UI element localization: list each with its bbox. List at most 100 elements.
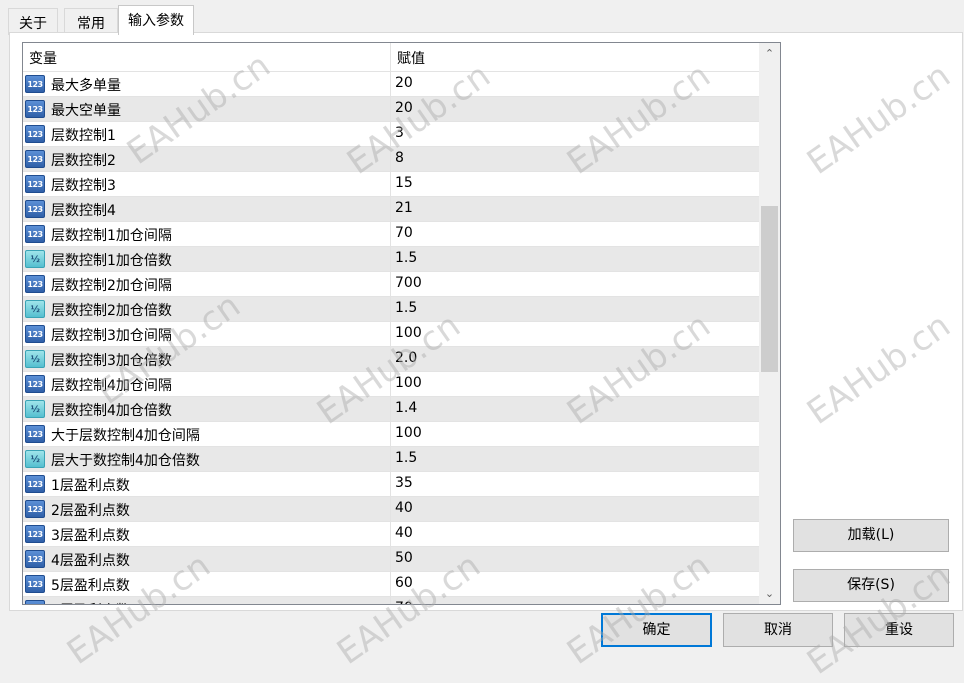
double-type-icon: ½	[25, 400, 45, 418]
parameter-value[interactable]: 100	[395, 325, 422, 341]
integer-type-icon: 123	[25, 325, 45, 343]
cancel-button[interactable]: 取消	[723, 613, 833, 647]
table-row[interactable]: 123 最大空单量 20	[23, 96, 759, 121]
parameter-value[interactable]: 60	[395, 575, 413, 591]
table-row[interactable]: 123 层数控制2 8	[23, 146, 759, 171]
column-header-value[interactable]: 赋值	[391, 43, 759, 71]
double-type-icon: ½	[25, 300, 45, 318]
tab-about[interactable]: 关于	[8, 8, 58, 35]
table-row[interactable]: 123 层数控制4加仓间隔 100	[23, 371, 759, 396]
integer-type-icon: 123	[25, 225, 45, 243]
integer-type-icon: 123	[25, 375, 45, 393]
integer-type-icon: 123	[25, 75, 45, 93]
table-row[interactable]: ½ 层数控制1加仓倍数 1.5	[23, 246, 759, 271]
parameter-value[interactable]: 2.0	[395, 350, 417, 366]
parameter-name: 6层盈利点数	[51, 600, 130, 604]
integer-type-icon: 123	[25, 100, 45, 118]
parameter-name: 层数控制4加仓倍数	[51, 403, 172, 419]
table-row[interactable]: 123 层数控制1 3	[23, 121, 759, 146]
double-type-icon: ½	[25, 350, 45, 368]
parameter-value[interactable]: 1.5	[395, 450, 417, 466]
parameter-value[interactable]: 8	[395, 150, 404, 166]
scrollbar-thumb[interactable]	[761, 206, 778, 372]
table-row[interactable]: ½ 层数控制2加仓倍数 1.5	[23, 296, 759, 321]
parameter-value[interactable]: 40	[395, 500, 413, 516]
parameter-value[interactable]: 35	[395, 475, 413, 491]
table-row[interactable]: 123 层数控制4 21	[23, 196, 759, 221]
parameter-name: 最大空单量	[51, 103, 121, 119]
integer-type-icon: 123	[25, 525, 45, 543]
parameter-grid-body: 变量 赋值 123 最大多单量 20 123 最大空单量 20 123 层数控制1 3 123 层数…	[23, 43, 759, 604]
vertical-scrollbar[interactable]: ⌃ ⌄	[759, 43, 780, 604]
integer-type-icon: 123	[25, 150, 45, 168]
table-row[interactable]: ½ 层大于数控制4加仓倍数 1.5	[23, 446, 759, 471]
table-row[interactable]: 123 2层盈利点数 40	[23, 496, 759, 521]
table-row[interactable]: 123 3层盈利点数 40	[23, 521, 759, 546]
parameter-value[interactable]: 20	[395, 75, 413, 91]
parameter-name: 层数控制2	[51, 153, 116, 169]
parameter-name: 4层盈利点数	[51, 553, 130, 569]
parameter-value[interactable]: 1.5	[395, 300, 417, 316]
parameter-value[interactable]: 15	[395, 175, 413, 191]
parameter-value[interactable]: 1.4	[395, 400, 417, 416]
parameter-name: 2层盈利点数	[51, 503, 130, 519]
integer-type-icon: 123	[25, 125, 45, 143]
parameter-name: 层数控制3加仓间隔	[51, 328, 172, 344]
table-row[interactable]: ½ 层数控制3加仓倍数 2.0	[23, 346, 759, 371]
integer-type-icon: 123	[25, 425, 45, 443]
double-type-icon: ½	[25, 250, 45, 268]
ok-button[interactable]: 确定	[601, 613, 712, 647]
load-button[interactable]: 加载(L)	[793, 519, 949, 552]
parameter-name: 5层盈利点数	[51, 578, 130, 594]
integer-type-icon: 123	[25, 475, 45, 493]
reset-button[interactable]: 重设	[844, 613, 954, 647]
table-row[interactable]: 123 层数控制3加仓间隔 100	[23, 321, 759, 346]
parameter-name: 层数控制1	[51, 128, 116, 144]
parameter-name: 层数控制1加仓倍数	[51, 253, 172, 269]
parameter-name: 3层盈利点数	[51, 528, 130, 544]
tab-inputs[interactable]: 输入参数	[118, 5, 194, 35]
parameter-name: 层数控制3	[51, 178, 116, 194]
parameter-name: 大于层数控制4加仓间隔	[51, 428, 200, 444]
parameter-name: 层大于数控制4加仓倍数	[51, 453, 200, 469]
parameter-name: 层数控制2加仓间隔	[51, 278, 172, 294]
table-row[interactable]: 123 层数控制3 15	[23, 171, 759, 196]
parameter-value[interactable]: 3	[395, 125, 404, 141]
parameter-value[interactable]: 40	[395, 525, 413, 541]
scroll-up-chevron-icon[interactable]: ⌃	[759, 43, 780, 64]
column-divider[interactable]	[390, 43, 391, 604]
parameter-value[interactable]: 100	[395, 375, 422, 391]
parameter-value[interactable]: 20	[395, 100, 413, 116]
integer-type-icon: 123	[25, 600, 45, 604]
parameter-value[interactable]: 70	[395, 225, 413, 241]
scroll-down-chevron-icon[interactable]: ⌄	[759, 583, 780, 604]
table-row[interactable]: ½ 层数控制4加仓倍数 1.4	[23, 396, 759, 421]
parameter-value[interactable]: 100	[395, 425, 422, 441]
table-row[interactable]: 123 层数控制1加仓间隔 70	[23, 221, 759, 246]
table-row[interactable]: 123 5层盈利点数 60	[23, 571, 759, 596]
parameter-value[interactable]: 70	[395, 600, 413, 604]
table-row[interactable]: 123 1层盈利点数 35	[23, 471, 759, 496]
save-button[interactable]: 保存(S)	[793, 569, 949, 602]
parameter-name: 最大多单量	[51, 78, 121, 94]
parameter-value[interactable]: 50	[395, 550, 413, 566]
parameter-value[interactable]: 1.5	[395, 250, 417, 266]
parameter-value[interactable]: 21	[395, 200, 413, 216]
table-row[interactable]: 123 层数控制2加仓间隔 700	[23, 271, 759, 296]
table-row[interactable]: 123 大于层数控制4加仓间隔 100	[23, 421, 759, 446]
parameter-name: 层数控制3加仓倍数	[51, 353, 172, 369]
tab-common[interactable]: 常用	[64, 8, 118, 35]
parameter-name: 层数控制4	[51, 203, 116, 219]
table-row[interactable]: 123 4层盈利点数 50	[23, 546, 759, 571]
parameter-name: 层数控制2加仓倍数	[51, 303, 172, 319]
parameter-name: 1层盈利点数	[51, 478, 130, 494]
parameter-grid: 变量 赋值 123 最大多单量 20 123 最大空单量 20 123 层数控制1 3 123 层数…	[22, 42, 781, 605]
integer-type-icon: 123	[25, 500, 45, 518]
integer-type-icon: 123	[25, 550, 45, 568]
integer-type-icon: 123	[25, 575, 45, 593]
table-row[interactable]: 123 6层盈利点数 70	[23, 596, 759, 604]
column-header-variable[interactable]: 变量	[23, 43, 390, 71]
parameter-value[interactable]: 700	[395, 275, 422, 291]
table-row[interactable]: 123 最大多单量 20	[23, 71, 759, 96]
integer-type-icon: 123	[25, 175, 45, 193]
